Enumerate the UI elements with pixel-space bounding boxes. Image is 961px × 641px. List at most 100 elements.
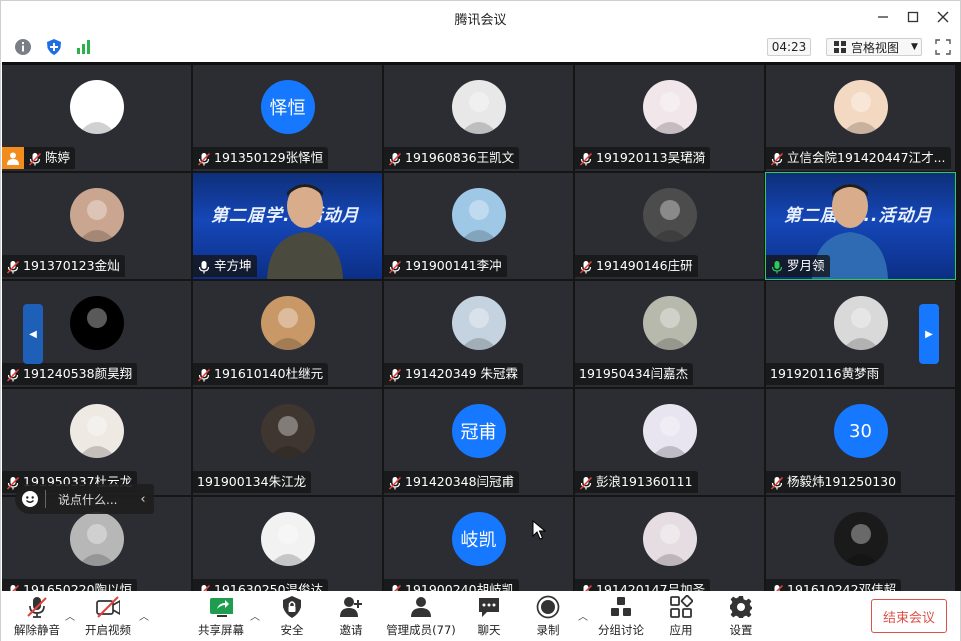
participant-name: 彭浪191360111 (596, 474, 693, 489)
share-screen-icon (209, 595, 233, 619)
avatar (451, 80, 506, 134)
mic-muted-icon (388, 475, 402, 490)
participant-tile[interactable]: 30 杨毅炜191250130 (766, 389, 955, 495)
minimize-icon[interactable] (873, 7, 893, 27)
participant-tile[interactable]: 冠甫 191420348闫冠甫 (384, 389, 573, 495)
participant-name: 立信会院191420447江才... (787, 150, 946, 165)
participant-tile[interactable]: 第二届学...活动月 辛方坤 (193, 173, 382, 279)
quick-chat-bar[interactable]: 说点什么... ‹ (15, 484, 154, 514)
participant-tile[interactable]: 191950337杜云龙 (2, 389, 191, 495)
view-mode-select[interactable]: 宫格视图 ▼ (826, 38, 922, 56)
mic-icon (770, 259, 784, 274)
participant-tile[interactable]: 191630250温俊达 (193, 497, 382, 591)
participant-name-label: 191900141李冲 (384, 255, 507, 277)
manage-members-button[interactable]: 管理成员(77) (384, 595, 458, 639)
participant-tile[interactable]: 立信会院191420447江才... (766, 65, 955, 171)
participant-tile[interactable]: 怿恒 191350129张怿恒 (193, 65, 382, 171)
host-badge-icon (2, 147, 24, 169)
participant-tile[interactable]: 岐凯 191900240胡岐凯 (384, 497, 573, 591)
record-label: 录制 (536, 623, 560, 637)
next-page-button[interactable]: ▶ (919, 304, 939, 364)
title-bar: 腾讯会议 (1, 1, 960, 33)
close-icon[interactable] (933, 7, 953, 27)
mic-muted-icon (6, 475, 20, 490)
participant-name: 辛方坤 (214, 258, 252, 273)
mic-muted-icon (28, 151, 42, 166)
record-button[interactable]: 录制 (513, 595, 583, 639)
signal-icon[interactable] (74, 37, 94, 57)
participant-name: 191350129张怿恒 (214, 150, 324, 165)
participant-name: 罗月领 (787, 258, 825, 273)
participant-name-label: 辛方坤 (193, 255, 257, 277)
avatar: 30 (833, 404, 888, 458)
shield-icon[interactable] (44, 37, 64, 57)
participant-name-label: 191960836王凯文 (384, 147, 520, 169)
participant-name-label: 191900134朱江龙 (193, 471, 312, 493)
mic-muted-icon (197, 583, 211, 591)
fullscreen-icon[interactable] (933, 37, 953, 57)
participant-tile[interactable]: 191420349 朱冠霖 (384, 281, 573, 387)
participant-name-label: 191420349 朱冠霖 (384, 363, 524, 385)
video-options-chevron-icon[interactable]: ︿ (139, 608, 149, 623)
mic-muted-icon (579, 151, 593, 166)
share-screen-button[interactable]: 共享屏幕 (186, 595, 256, 639)
collapse-chevron-icon[interactable]: ‹ (132, 492, 154, 507)
settings-button[interactable]: 设置 (706, 595, 776, 639)
mic-muted-icon (197, 151, 211, 166)
avatar (69, 296, 124, 350)
participant-name-label: 罗月领 (766, 255, 830, 277)
avatar: 怿恒 (260, 80, 315, 134)
avatar (451, 188, 506, 242)
participant-name-label: 191650220陶以恒 (2, 579, 138, 591)
security-shield-icon (280, 595, 304, 619)
participant-name: 191920113吴珺漪 (596, 150, 706, 165)
info-icon[interactable] (13, 37, 33, 57)
start-video-button[interactable]: 开启视频 (73, 595, 143, 639)
maximize-icon[interactable] (903, 7, 923, 27)
avatar (642, 404, 697, 458)
mic-muted-icon (388, 259, 402, 274)
mic-muted-icon (579, 475, 593, 490)
participant-tile[interactable]: 第二届学...活动月罗月领 (765, 172, 956, 280)
participant-tile[interactable]: 191900141李冲 (384, 173, 573, 279)
chat-label: 聊天 (477, 623, 501, 637)
unmute-button[interactable]: 解除静音 (2, 595, 72, 639)
end-meeting-button[interactable]: 结束会议 (871, 599, 947, 633)
participant-tile[interactable]: 191610140杜继元 (193, 281, 382, 387)
participant-tile[interactable]: 191920113吴珺漪 (575, 65, 764, 171)
emoji-icon[interactable] (15, 490, 45, 508)
participant-tile[interactable]: 191370123金灿 (2, 173, 191, 279)
avatar: 冠甫 (451, 404, 506, 458)
participant-name: 191650220陶以恒 (23, 582, 133, 591)
participant-tile[interactable]: 彭浪191360111 (575, 389, 764, 495)
participant-tile[interactable]: 191960836王凯文 (384, 65, 573, 171)
participant-tile[interactable]: 191420147吕加圣 (575, 497, 764, 591)
avatar (642, 188, 697, 242)
participant-name-label: 191950434闫嘉杰 (575, 363, 694, 385)
members-icon (409, 595, 433, 619)
mic-muted-icon (388, 151, 402, 166)
participant-name: 191960836王凯文 (405, 150, 515, 165)
chat-bubble-icon (477, 595, 501, 619)
participant-name: 191900240胡岐凯 (405, 582, 515, 591)
avatar: 岐凯 (451, 512, 506, 566)
participant-name-label: 191610140杜继元 (193, 363, 329, 385)
avatar (69, 404, 124, 458)
participant-tile[interactable]: 191490146庄研 (575, 173, 764, 279)
breakout-icon (609, 595, 633, 619)
mic-muted-icon (770, 583, 784, 591)
prev-page-button[interactable]: ◀ (23, 304, 43, 364)
participant-tile[interactable]: 191950434闫嘉杰 (575, 281, 764, 387)
participant-name: 191610242邓伟超 (787, 582, 897, 591)
chevron-down-icon: ▼ (911, 42, 918, 52)
participant-tile[interactable]: 陈婷 (2, 65, 191, 171)
invite-button[interactable]: 邀请 (316, 595, 386, 639)
participant-tile[interactable]: 191610242邓伟超 (766, 497, 955, 591)
participant-tile[interactable]: 191900134朱江龙 (193, 389, 382, 495)
chat-input[interactable]: 说点什么... (46, 491, 132, 508)
mic-muted-icon (25, 595, 49, 619)
participant-name-label: 彭浪191360111 (575, 471, 698, 493)
mic-muted-icon (6, 259, 20, 274)
settings-label: 设置 (729, 623, 753, 637)
participant-name-label: 191420348闫冠甫 (384, 471, 520, 493)
